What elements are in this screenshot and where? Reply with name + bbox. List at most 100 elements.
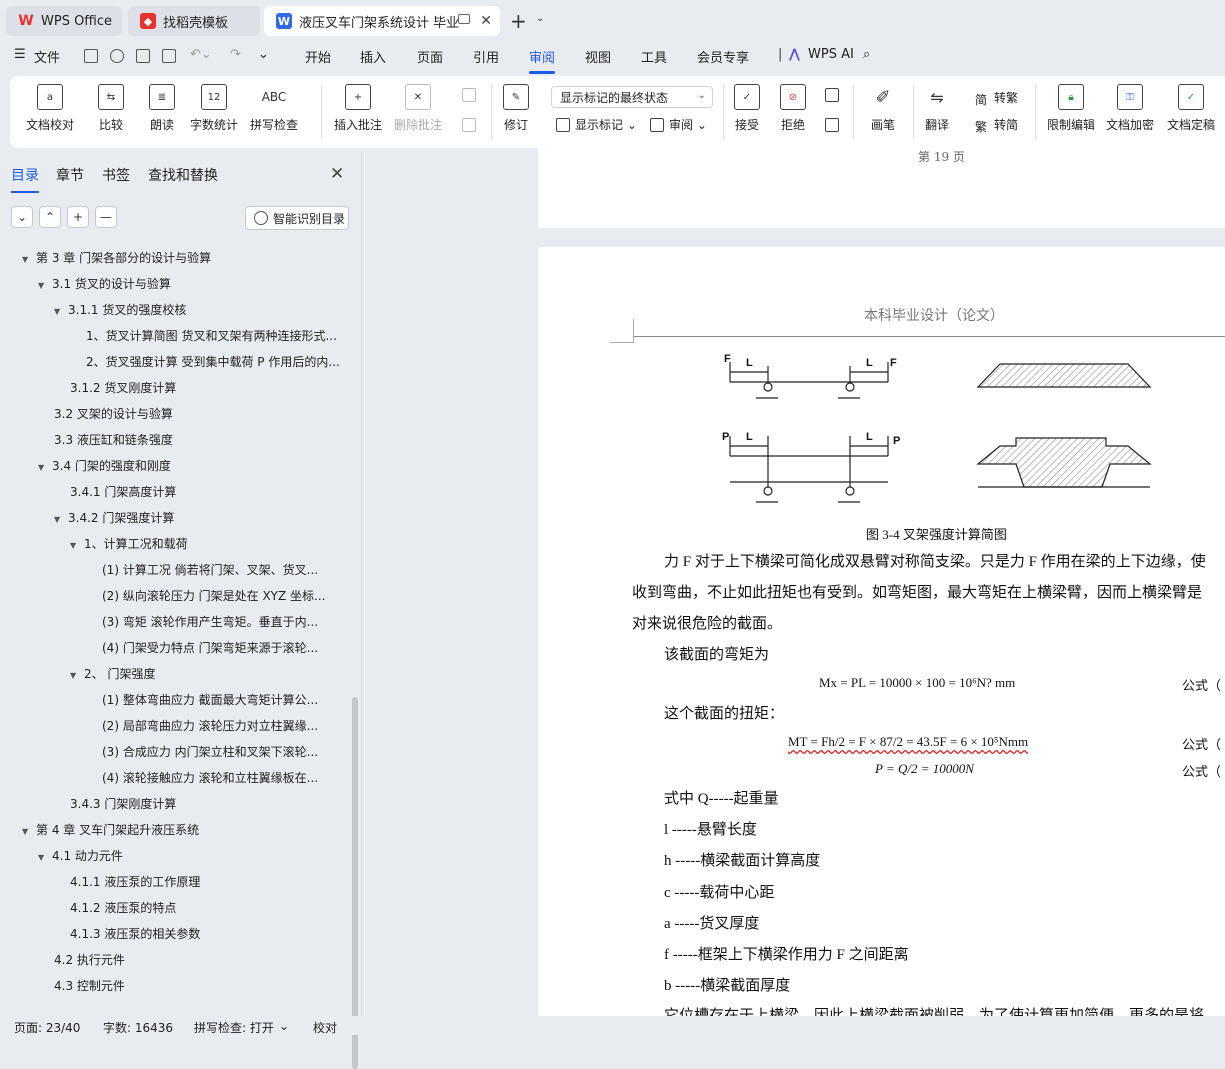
toc-item[interactable]: ▼ 1、计算工况和载荷 [70, 531, 348, 557]
toc-item[interactable]: ▼ 2、 门架强度 [70, 661, 348, 687]
menu-tools[interactable]: 工具 [641, 47, 667, 66]
toc-item[interactable]: 1、货叉计算简图 货叉和叉架有两种连接形式... [86, 323, 348, 349]
collapse-up-icon[interactable]: ⌃ [39, 206, 61, 228]
tab-bookmarks[interactable]: 书签 [102, 165, 130, 185]
toc-item[interactable]: 3.4.3 门架刚度计算 [70, 791, 348, 817]
export-icon[interactable] [110, 49, 124, 63]
expand-triangle-icon[interactable]: ▼ [38, 455, 52, 479]
toc-item[interactable]: (4) 门架受力特点 门架弯矩来源于滚轮... [102, 635, 348, 661]
print-icon[interactable] [136, 49, 150, 63]
word-count-indicator[interactable]: 字数: 16436 [103, 1019, 173, 1036]
track-changes-button[interactable]: ✎ 修订 [503, 84, 529, 133]
toc-item[interactable]: (1) 计算工况 倘若将门架、叉架、货叉... [102, 557, 348, 583]
new-tab-icon[interactable]: + [510, 9, 527, 33]
toc-item[interactable]: (3) 合成应力 内门架立柱和叉架下滚轮... [102, 739, 348, 765]
finalize-button[interactable]: ✓ 文档定稿 [1167, 84, 1215, 133]
expand-triangle-icon[interactable]: ▼ [22, 247, 36, 271]
expand-triangle-icon[interactable]: ▼ [38, 845, 52, 869]
expand-triangle-icon[interactable]: ▼ [38, 273, 52, 297]
expand-triangle-icon[interactable]: ▼ [54, 507, 68, 531]
prev-comment-icon[interactable] [462, 88, 481, 102]
menu-view[interactable]: 视图 [585, 47, 611, 66]
menu-home[interactable]: 开始 [305, 47, 331, 66]
toc-item[interactable]: 4.2 执行元件 [54, 947, 348, 973]
proofread-indicator[interactable]: 校对 [313, 1019, 337, 1036]
toc-item[interactable]: 2、货叉强度计算 受到集中载荷 P 作用后的内... [86, 349, 348, 375]
toc-item[interactable]: ▼ 3.4 门架的强度和刚度 [38, 453, 348, 479]
word-count-button[interactable]: 12 字数统计 [190, 84, 238, 133]
close-panel-icon[interactable]: ✕ [330, 164, 344, 184]
add-heading-icon[interactable]: + [67, 206, 89, 228]
toc-item[interactable]: (1) 整体弯曲应力 截面最大弯矩计算公... [102, 687, 348, 713]
toc-item[interactable]: (3) 弯矩 滚轮作用产生弯矩。垂直于内... [102, 609, 348, 635]
toc-item[interactable]: 3.3 液压缸和链条强度 [54, 427, 348, 453]
toc-item[interactable]: ▼ 第 4 章 叉车门架起升液压系统 [22, 817, 348, 843]
toc-item[interactable]: (4) 滚轮接触应力 滚轮和立柱翼缘板在... [102, 765, 348, 791]
monitor-icon[interactable] [458, 14, 470, 24]
quick-access-more-icon[interactable]: ⌄ [258, 47, 269, 62]
reject-button[interactable]: ⊘ 拒绝 [780, 84, 806, 133]
expand-triangle-icon[interactable]: ▼ [22, 819, 36, 843]
expand-triangle-icon[interactable]: ▼ [70, 663, 84, 687]
toc-scrollbar[interactable] [352, 697, 358, 1069]
tab-toc[interactable]: 目录 [11, 165, 39, 193]
toc-item[interactable]: ▼ 3.1 货叉的设计与验算 [38, 271, 348, 297]
search-icon[interactable]: ⌕ [863, 47, 870, 62]
doc-check-button[interactable]: a 文档校对 [26, 84, 74, 133]
spell-check-indicator[interactable]: 拼写检查: 打开 [194, 1019, 274, 1036]
menu-page[interactable]: 页面 [417, 47, 443, 66]
markup-mode-select[interactable]: 显示标记的最终状态 ⌄ [551, 86, 713, 108]
menu-file[interactable]: 文件 [34, 47, 60, 66]
tab-chapters[interactable]: 章节 [56, 165, 84, 185]
compare-button[interactable]: ⇆ 比较 [98, 84, 124, 133]
expand-down-icon[interactable]: ⌄ [11, 206, 33, 228]
menu-review[interactable]: 审阅 [529, 47, 556, 74]
tab-document[interactable]: W 液压叉车门架系统设计 毕业论 ✕ [264, 6, 500, 36]
smart-toc-button[interactable]: 智能识别目录 [245, 206, 349, 230]
toc-item[interactable]: ▼ 第 3 章 门架各部分的设计与验算 [22, 245, 348, 271]
pen-button[interactable]: ✐ 画笔 [870, 84, 896, 133]
encrypt-button[interactable]: ⚿ 文档加密 [1106, 84, 1154, 133]
tab-docer-templates[interactable]: ◆ 找稻壳模板 [128, 6, 260, 36]
toc-item[interactable]: 4.1.1 液压泵的工作原理 [70, 869, 348, 895]
restrict-edit-button[interactable]: 🔒︎ 限制编辑 [1047, 84, 1095, 133]
review-pane-button[interactable]: 审阅 ⌄ [650, 116, 707, 133]
toc-item[interactable]: (2) 局部弯曲应力 滚轮压力对立柱翼缘... [102, 713, 348, 739]
to-traditional-button[interactable]: 简转繁 [975, 89, 1018, 107]
close-tab-icon[interactable]: ✕ [480, 13, 492, 29]
menu-references[interactable]: 引用 [473, 47, 499, 66]
menu-member[interactable]: 会员专享 [697, 47, 749, 66]
translate-button[interactable]: ⇋ 翻译 [924, 84, 950, 133]
toc-item[interactable]: 3.2 叉架的设计与验算 [54, 401, 348, 427]
toc-item[interactable]: (2) 纵向滚轮压力 门架是处在 XYZ 坐标... [102, 583, 348, 609]
toc-item[interactable]: ▼ 3.1.1 货叉的强度校核 [54, 297, 348, 323]
next-comment-icon[interactable] [462, 118, 481, 132]
accept-button[interactable]: ✓ 接受 [734, 84, 760, 133]
toc-item[interactable]: 4.1.2 液压泵的特点 [70, 895, 348, 921]
toc-item[interactable]: ▼ 4.1 动力元件 [38, 843, 348, 869]
insert-comment-button[interactable]: + 插入批注 [334, 84, 382, 133]
toc-item[interactable]: 3.4.1 门架高度计算 [70, 479, 348, 505]
delete-comment-button[interactable]: ✕ 删除批注 [394, 84, 442, 133]
chevron-down-icon[interactable]: ⌄ [279, 1019, 289, 1033]
toc-item[interactable]: ▼ 3.4.2 门架强度计算 [54, 505, 348, 531]
expand-triangle-icon[interactable]: ▼ [54, 299, 68, 323]
page-indicator[interactable]: 页面: 23/40 [14, 1019, 80, 1036]
show-markup-button[interactable]: 显示标记 ⌄ [556, 116, 637, 133]
save-icon[interactable] [84, 49, 98, 63]
toc-item[interactable]: 4.1.3 液压泵的相关参数 [70, 921, 348, 947]
remove-heading-icon[interactable]: — [95, 206, 117, 228]
hamburger-icon[interactable]: ☰ [14, 47, 26, 62]
read-aloud-button[interactable]: ≣ 朗读 [149, 84, 175, 133]
menu-insert[interactable]: 插入 [360, 47, 386, 66]
tab-wps-office[interactable]: W WPS Office [6, 6, 122, 36]
prev-change-icon[interactable] [825, 88, 844, 102]
menu-wps-ai[interactable]: WPS AI [808, 47, 854, 62]
expand-triangle-icon[interactable]: ▼ [70, 533, 84, 557]
toc-item[interactable]: 4.3 控制元件 [54, 973, 348, 999]
tab-dropdown-icon[interactable]: ⌄ [536, 13, 544, 24]
undo-icon[interactable]: ↶⌄ [190, 47, 212, 62]
tab-find-replace[interactable]: 查找和替换 [148, 165, 218, 185]
toc-item[interactable]: 3.1.2 货叉刚度计算 [70, 375, 348, 401]
to-simplified-button[interactable]: 繁转简 [975, 116, 1018, 134]
